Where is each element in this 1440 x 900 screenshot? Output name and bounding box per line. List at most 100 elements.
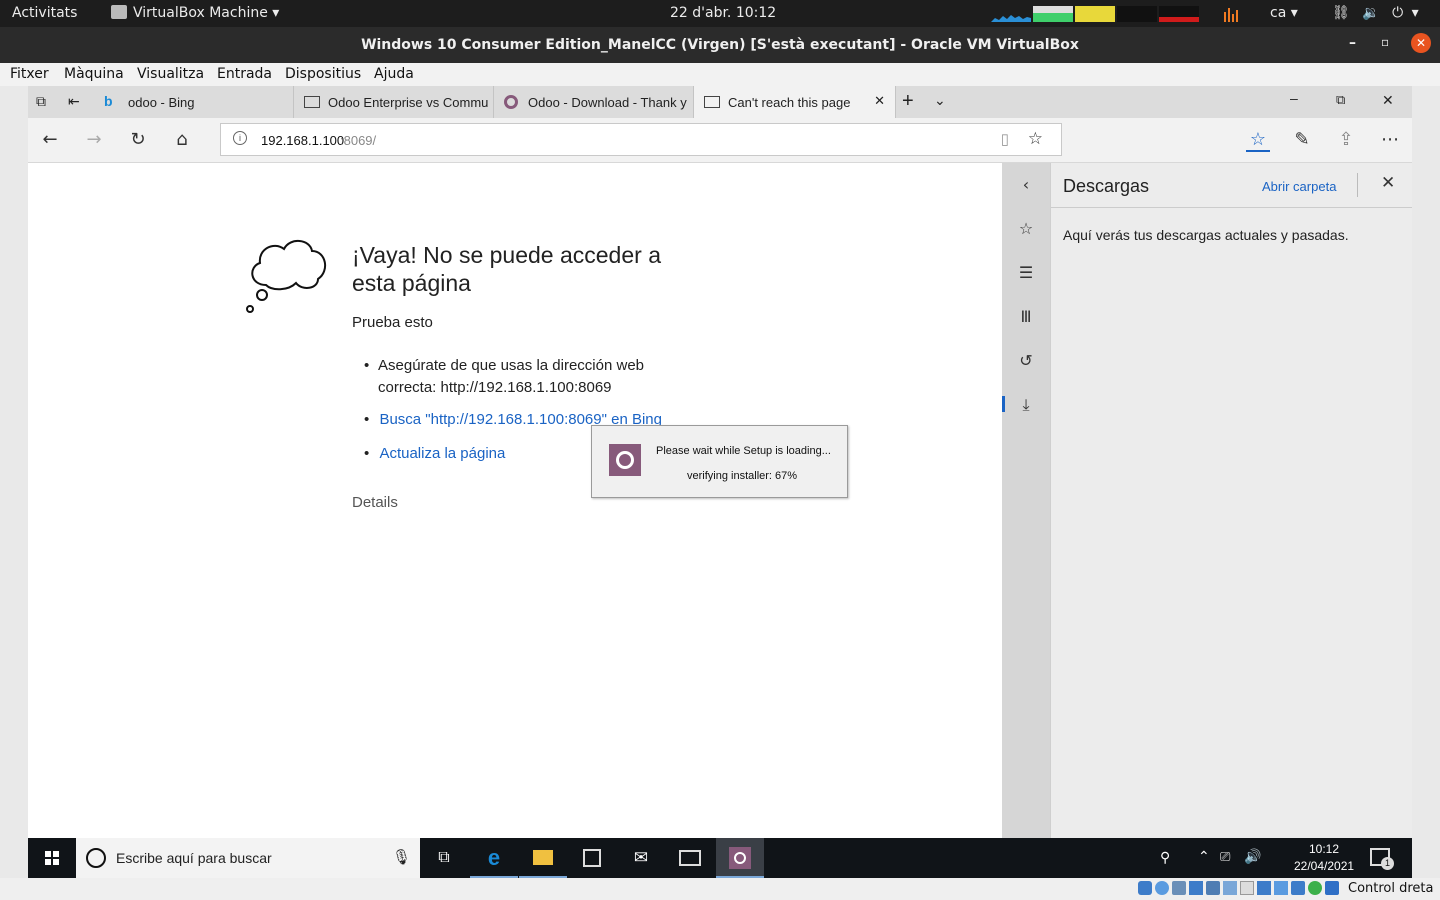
file-explorer-icon[interactable] [519,838,567,878]
audio-icon[interactable] [1172,881,1186,895]
app-menu[interactable]: VirtualBox Machine ▾ [111,5,279,21]
taskbar-clock[interactable]: 10:12 22/04/2021 [1294,842,1354,873]
downloads-icon[interactable]: ⤓ [1014,393,1038,417]
close-tab-icon[interactable]: ✕ [874,93,885,109]
error-title: ¡Vaya! No se puede acceder a esta página [352,242,661,296]
forward-icon[interactable]: → [82,128,106,152]
tab-odoo-bing[interactable]: b odoo - Bing [94,86,294,118]
network-icon: ⛓ [1332,5,1350,21]
video-capture-icon[interactable] [1257,881,1271,895]
load-graph [1224,8,1238,22]
tab-odoo-enterprise[interactable]: Odoo Enterprise vs Commu [294,86,494,118]
store-icon[interactable] [568,838,616,878]
start-button[interactable] [28,838,76,878]
language-selector[interactable]: ca ▾ [1270,5,1298,21]
mouse-integration-icon[interactable] [1308,881,1322,895]
hard-disk-icon[interactable] [1138,881,1152,895]
thought-cloud-icon [246,240,327,313]
keyboard-capture-icon[interactable] [1325,881,1339,895]
vbox-menu-bar: Fitxer Màquina Visualitza Entrada Dispos… [0,63,1440,86]
hub-favorites-icon[interactable]: ☆ [1246,128,1270,152]
open-folder-link[interactable]: Abrir carpeta [1262,179,1336,194]
search-placeholder: Escribe aquí para buscar [116,850,272,866]
disk-graph [1159,6,1199,22]
windows-logo-icon [45,851,59,865]
activities-button[interactable]: Activitats [12,5,77,21]
reading-list-icon[interactable]: ☰ [1014,261,1038,285]
memory-graph [1033,6,1073,22]
favorite-star-icon[interactable]: ☆ [1028,129,1043,149]
window-app-icon[interactable] [666,838,714,878]
details-toggle[interactable]: Details [352,494,398,511]
host-key-label: Control dreta [1348,881,1434,896]
show-hidden-icons-chevron-icon[interactable]: ⌃ [1198,848,1210,865]
edge-taskbar-icon[interactable]: e [470,838,518,878]
network-status-icon[interactable]: ⎚ [1220,849,1230,865]
favorites-icon[interactable]: ☆ [1014,217,1038,241]
menu-maquina[interactable]: Màquina [64,66,124,82]
virtualbox-icon [111,5,127,19]
edge-minimize-button[interactable]: – [1290,90,1298,106]
menu-entrada[interactable]: Entrada [217,66,272,82]
guest-screen[interactable]: ⧉ ⇤ b odoo - Bing Odoo Enterprise vs Com… [28,86,1412,878]
collapse-chevron-icon[interactable]: ‹ [1014,173,1038,197]
try-this-label: Prueba esto [352,314,433,331]
more-icon[interactable]: ⋯ [1378,128,1402,152]
people-icon[interactable]: ⚲ [1160,849,1170,866]
close-panel-icon[interactable]: ✕ [1381,173,1395,193]
refresh-page-link[interactable]: Actualiza la página [379,445,505,462]
history-icon[interactable]: ↺ [1014,349,1038,373]
web-note-icon[interactable]: ✎ [1290,128,1314,152]
close-button[interactable]: ✕ [1411,33,1431,53]
swap-graph [1075,6,1115,22]
menu-ajuda[interactable]: Ajuda [374,66,414,82]
mail-icon[interactable]: ✉ [617,838,665,878]
back-icon[interactable]: ← [38,128,62,152]
error-page: ¡Vaya! No se puede acceder a esta página… [28,163,1002,838]
set-aside-tabs-icon[interactable]: ⇤ [68,93,80,110]
list-item: • Asegúrate de que usas la dirección web… [364,355,664,399]
tab-preview-chevron-icon[interactable]: ⌄ [934,92,946,109]
setup-progress-text: verifying installer: 67% [687,470,798,482]
maximize-button[interactable]: ▫ [1381,35,1389,49]
address-bar[interactable]: i 192.168.1.100 :8069/ ▯ ☆ [220,123,1062,156]
clock[interactable]: 22 d'abr. 10:12 [670,5,776,21]
recording-icon[interactable] [1274,881,1288,895]
cortana-icon [86,848,106,868]
edge-restore-button[interactable]: ⧉ [1336,92,1345,108]
reading-view-icon[interactable]: ▯ [1001,130,1009,148]
refresh-icon[interactable]: ↻ [126,128,150,152]
home-icon[interactable]: ⌂ [170,128,194,152]
info-icon[interactable]: i [233,131,247,145]
cpu-activity-icon[interactable] [1291,881,1305,895]
task-view-icon[interactable]: ⧉ [420,838,468,878]
tab-odoo-download[interactable]: Odoo - Download - Thank y [494,86,694,118]
menu-visualitza[interactable]: Visualitza [137,66,204,82]
tab-cant-reach[interactable]: Can't reach this page ✕ [694,86,896,118]
odoo-setup-taskbar-icon[interactable] [716,838,764,878]
address-port: :8069/ [340,133,377,148]
action-center-icon[interactable]: 1 [1370,848,1394,870]
edge-toolbar: ← → ↻ ⌂ i 192.168.1.100 :8069/ ▯ ☆ ☆ ✎ ⇪… [28,118,1412,163]
books-icon[interactable]: Ⅲ [1014,305,1038,329]
display-icon[interactable] [1240,881,1254,895]
tabs-aside-icon[interactable]: ⧉ [36,93,46,110]
divider [1051,207,1412,208]
taskbar-search-box[interactable]: Escribe aquí para buscar 🎙 [76,838,420,878]
dropdown-arrow-icon: ▾ [1290,5,1298,21]
network-adapter-icon[interactable] [1189,881,1203,895]
minimize-button[interactable]: – [1349,35,1356,51]
hub-rail: ‹ ☆ ☰ Ⅲ ↺ ⤓ [1002,163,1050,838]
share-icon[interactable]: ⇪ [1334,128,1358,152]
usb-icon[interactable] [1206,881,1220,895]
new-tab-button[interactable]: + [902,90,914,113]
menu-dispositius[interactable]: Dispositius [285,66,361,82]
menu-fitxer[interactable]: Fitxer [10,66,49,82]
optical-drive-icon[interactable] [1155,881,1169,895]
shared-folder-icon[interactable] [1223,881,1237,895]
microphone-icon[interactable]: 🎙 [392,848,411,866]
system-menu[interactable]: ⛓ 🔉 ⏻ ▾ [1332,5,1419,21]
edge-close-button[interactable]: ✕ [1382,92,1394,109]
speaker-icon[interactable]: 🔊 [1244,848,1261,865]
vbox-status-bar: Control dreta [0,878,1440,900]
